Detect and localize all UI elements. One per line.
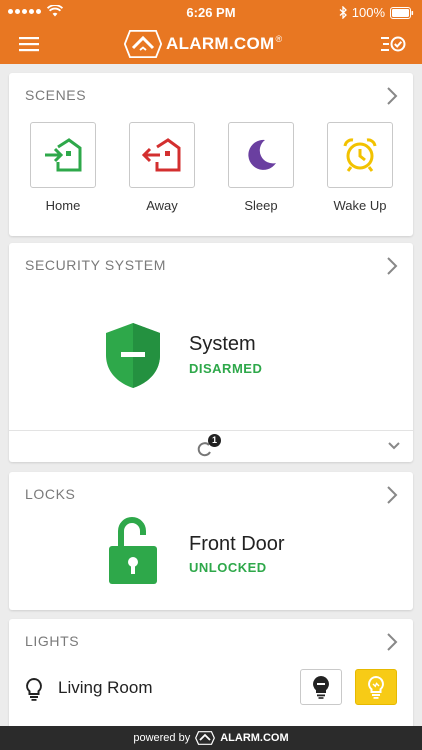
registered-mark: ® bbox=[275, 34, 283, 44]
light-off-button[interactable] bbox=[300, 669, 342, 705]
security-system-card: SECURITY SYSTEM System DISARMED 1 bbox=[9, 243, 413, 462]
scene-away-label: Away bbox=[146, 198, 178, 213]
scene-wake-up[interactable]: Wake Up bbox=[327, 122, 393, 213]
lights-chevron-right-icon[interactable] bbox=[385, 631, 399, 653]
expand-chevron-down-icon[interactable] bbox=[387, 441, 401, 451]
scene-home-tile[interactable] bbox=[30, 122, 96, 188]
scenes-chevron-right-icon[interactable] bbox=[385, 85, 399, 107]
brand-logo: ALARM.COM ® bbox=[124, 28, 282, 60]
scenes-title: SCENES bbox=[25, 87, 87, 103]
status-bar: 6:26 PM 100% bbox=[0, 0, 422, 24]
footer-logo-icon bbox=[195, 731, 216, 745]
scene-wake-up-label: Wake Up bbox=[333, 198, 387, 213]
scene-sleep-tile[interactable] bbox=[228, 122, 294, 188]
lights-card: LIGHTS Living Room bbox=[9, 619, 413, 731]
lightbulb-icon bbox=[26, 677, 42, 701]
security-system-name: System bbox=[189, 333, 256, 355]
home-arrive-icon bbox=[45, 138, 82, 172]
locks-card: LOCKS Front Door UNLOCKED bbox=[9, 472, 413, 610]
padlock-unlocked-icon[interactable] bbox=[107, 516, 159, 586]
scene-away[interactable]: Away bbox=[129, 122, 195, 213]
shield-disarmed-icon[interactable] bbox=[103, 321, 163, 389]
locks-chevron-right-icon[interactable] bbox=[385, 484, 399, 506]
locks-title: LOCKS bbox=[25, 486, 76, 502]
powered-by-footer: powered by ALARM.COM bbox=[0, 726, 422, 750]
bluetooth-icon bbox=[339, 6, 347, 19]
scene-away-tile[interactable] bbox=[129, 122, 195, 188]
scene-home[interactable]: Home bbox=[30, 122, 96, 213]
security-status: DISARMED bbox=[189, 361, 263, 376]
scene-sleep[interactable]: Sleep bbox=[228, 122, 294, 213]
light-name: Living Room bbox=[58, 678, 153, 697]
home-leave-icon bbox=[142, 138, 181, 172]
hamburger-menu-icon[interactable] bbox=[18, 34, 40, 54]
lock-name: Front Door bbox=[189, 533, 285, 555]
bulb-on-icon bbox=[368, 675, 384, 699]
powered-by-text: powered by bbox=[133, 732, 191, 744]
scene-wake-up-tile[interactable] bbox=[327, 122, 393, 188]
battery-percent: 100% bbox=[351, 5, 385, 20]
scenes-card: SCENES Home Away Sleep Wake Up bbox=[9, 73, 413, 236]
issue-count-badge: 1 bbox=[208, 434, 221, 447]
light-on-button[interactable] bbox=[355, 669, 397, 705]
security-chevron-right-icon[interactable] bbox=[385, 255, 399, 277]
alarm-clock-icon bbox=[343, 138, 377, 172]
battery-icon bbox=[390, 6, 414, 19]
moon-icon bbox=[248, 139, 276, 170]
lock-status: UNLOCKED bbox=[189, 560, 267, 575]
divider bbox=[9, 430, 413, 431]
scene-home-label: Home bbox=[45, 198, 81, 213]
app-header: ALARM.COM ® bbox=[0, 24, 422, 64]
bulb-off-icon bbox=[313, 676, 329, 699]
tasks-checklist-icon[interactable] bbox=[380, 32, 406, 56]
lights-title: LIGHTS bbox=[25, 633, 80, 649]
brand-name: ALARM.COM bbox=[166, 34, 275, 53]
security-title: SECURITY SYSTEM bbox=[25, 257, 166, 273]
footer-brand-name: ALARM.COM bbox=[220, 732, 289, 744]
logo-icon bbox=[124, 30, 162, 58]
scene-sleep-label: Sleep bbox=[244, 198, 278, 213]
sensor-issues-indicator[interactable]: 1 bbox=[197, 434, 227, 458]
